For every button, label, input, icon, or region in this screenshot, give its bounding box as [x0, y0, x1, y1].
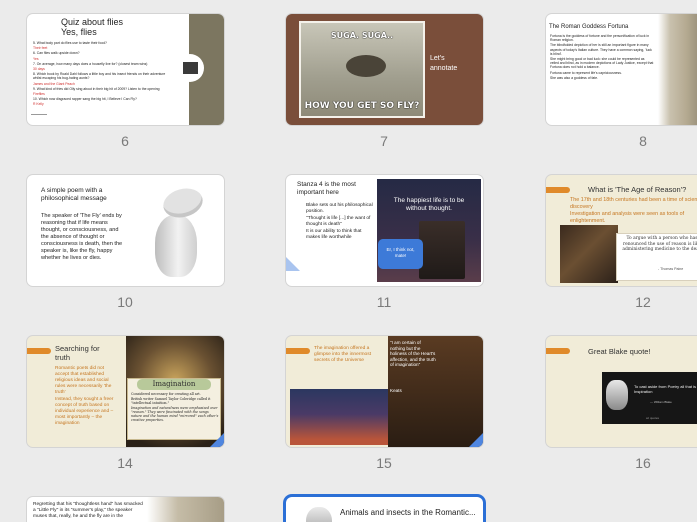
- accent-tab: [27, 348, 51, 354]
- slide-thumbnail-15[interactable]: The imagination offered a glimpse into t…: [286, 336, 483, 447]
- slide-number: 7: [380, 133, 388, 149]
- left-text: The imagination offered a glimpse into t…: [314, 346, 372, 363]
- slide-number: 11: [376, 294, 392, 310]
- corner-decoration: [286, 257, 300, 271]
- slide-bullets: The 17th and 18th centuries had been a t…: [570, 197, 697, 225]
- slide-subtitle: Yes, flies: [61, 27, 97, 37]
- bullet-answer: R Kelly: [33, 102, 44, 107]
- slide-title: Stanza 4 is the most important here: [297, 181, 356, 196]
- painting-image: [560, 225, 618, 283]
- bullet-item: 7. On average, how many days does a hous…: [33, 61, 148, 66]
- bullet-answer: Their feet: [33, 46, 48, 51]
- slide-bullets: Fortuna is the goddess of fortune and th…: [550, 34, 654, 81]
- slide-number: 15: [376, 455, 392, 471]
- quote-author: Keats: [390, 388, 402, 393]
- bullet-item: Imagination and naturalness were emphasi…: [131, 406, 219, 422]
- slide-thumbnail-14[interactable]: Searching for truth Romantic poets did n…: [27, 336, 224, 447]
- bullet-item: 10. Which now disgraced rapper sang the …: [33, 97, 137, 102]
- slide-thumbnail-8[interactable]: The Roman Goddess Fortuna Fortuna is the…: [546, 14, 697, 125]
- slide-thumbnail-7[interactable]: SUGA. SUGA.. HOW YOU GET SO FLY? Let's a…: [286, 14, 483, 125]
- bullet-item: Fortuna is the goddess of fortune and th…: [550, 34, 650, 43]
- slide-number: 14: [117, 455, 133, 471]
- imagination-box-bullets: Considered necessary for creating all ar…: [131, 392, 219, 423]
- slide-title: Searching for truth: [55, 344, 100, 362]
- blake-portrait: [606, 380, 628, 410]
- bullet-item: "Thought is life [...] the want of thoug…: [306, 216, 371, 227]
- slide-thumbnail-partial-selected[interactable]: Animals and insects in the Romantic...: [286, 497, 483, 522]
- bullet-item: Considered necessary for creating all ar…: [131, 392, 201, 396]
- slide-thumbnail-16[interactable]: Great Blake quote! To cast aside from Po…: [546, 336, 697, 447]
- bullet-item: She might bring good or bad luck: she co…: [550, 57, 654, 70]
- photo-thumbnail: [183, 62, 198, 74]
- bullet-item: British writer Samuel Taylor Coleridge c…: [131, 397, 211, 405]
- portrait-image: [419, 221, 465, 279]
- slide-bullets: 5. What body part do flies use to taste …: [33, 41, 171, 108]
- meme-caption-bottom: HOW YOU GET SO FLY?: [304, 101, 420, 111]
- slide-title: What is 'The Age of Reason'?: [588, 185, 687, 194]
- slide-number: 16: [635, 455, 651, 471]
- accent-tab: [546, 348, 570, 354]
- fly-image: [346, 55, 386, 77]
- bullet-answer: Fireflies: [33, 92, 45, 97]
- slide-bullets: Blake sets out his philosophical positio…: [306, 203, 374, 242]
- brush-texture: [147, 497, 224, 522]
- slide-title: The Roman Goddess Fortuna: [549, 24, 629, 30]
- slide-number: 10: [117, 294, 133, 310]
- open-head-sculpture: [135, 184, 206, 279]
- slide-title: Animals and insects in the Romantic...: [340, 508, 476, 517]
- slide-bullets: Romantic poets did not accept that estab…: [55, 366, 119, 428]
- bullet-item: Instead, they sought a freer concept of …: [55, 397, 114, 426]
- portrait-thumbnail: [306, 507, 332, 522]
- slide-number: 8: [639, 133, 647, 149]
- night-sky-image: [290, 389, 388, 445]
- quote-author: - Thomas Paine: [658, 267, 684, 271]
- meme-image: SUGA. SUGA.. HOW YOU GET SO FLY?: [299, 21, 425, 118]
- slide-thumbnail-12[interactable]: What is 'The Age of Reason'? The 17th an…: [546, 175, 697, 286]
- bullet-item: Fortuna came to represent life's caprici…: [550, 70, 622, 75]
- slide-number: 6: [121, 133, 129, 149]
- slide-bullet: Regretting that his "thoughtless hand" h…: [33, 502, 143, 519]
- slide-thumbnail-10[interactable]: A simple poem with a philosophical messa…: [27, 175, 224, 286]
- slide-title: Quiz about flies: [61, 17, 124, 27]
- quote-text: To cast aside from Poetry all that is no…: [634, 384, 697, 394]
- accent-tab: [286, 348, 310, 354]
- corner-decoration: [469, 433, 483, 447]
- slide-title: A simple poem with a philosophical messa…: [41, 187, 107, 202]
- accent-tab: [546, 187, 570, 193]
- slide-title: Great Blake quote!: [588, 347, 651, 356]
- quote-text: To argue with a person who has renounced…: [622, 236, 697, 253]
- imagination-box-title: Imagination: [152, 380, 196, 388]
- watermark: az quotes: [646, 416, 660, 420]
- bullet-item: 8. Which book by Roald Dahl follows a li…: [33, 72, 166, 81]
- corner-decoration: [210, 433, 224, 447]
- slide-thumbnail-6[interactable]: Quiz about flies Yes, flies 5. What body…: [27, 14, 224, 125]
- quote-author: — William Blake: [650, 400, 672, 404]
- side-text: Let's annotate: [430, 55, 458, 72]
- meme-caption-top: SUGA. SUGA..: [330, 31, 394, 40]
- speech-bubble-text: Er, I think not, mate!: [386, 247, 415, 258]
- bullet-item: Romantic poets did not accept that estab…: [55, 366, 112, 395]
- slide-thumbnail-11[interactable]: Stanza 4 is the most important here Blak…: [286, 175, 483, 286]
- bullet-item: Blake sets out his philosophical positio…: [306, 203, 373, 214]
- bullet-answer: James and the Giant Peach: [33, 81, 75, 86]
- bullet-item: Investigation and analysis were seen as …: [570, 211, 685, 224]
- bullet-item: 5. What body part do flies use to taste …: [33, 41, 107, 45]
- bullet-item: 6. Can flies walk upside down?: [33, 51, 80, 56]
- bullet-item: The 17th and 18th centuries had been a t…: [570, 197, 697, 210]
- quote-text: "I am certain of nothing but the holines…: [390, 340, 436, 368]
- slide-bullet: The speaker of 'The Fly' ends by reasoni…: [41, 213, 123, 261]
- statue-image: [658, 14, 697, 125]
- bullet-item: She was also a goddess of fate.: [550, 75, 599, 80]
- slide-thumbnail-partial-left[interactable]: Regretting that his "thoughtless hand" h…: [27, 497, 224, 522]
- bullet-item: The blindfolded depiction of her is stil…: [550, 43, 652, 56]
- bullet-answer: Yes: [33, 56, 39, 61]
- bullet-item: It is our ability to think that makes li…: [306, 229, 362, 240]
- bullet-answer: 30 days: [33, 67, 45, 72]
- bullet-item: 9. What kind of fries did Olly sing abou…: [33, 86, 160, 91]
- quote-text: The happiest life is to be without thoug…: [393, 197, 465, 212]
- slide-number: 12: [635, 294, 651, 310]
- circle-decoration: [31, 114, 47, 119]
